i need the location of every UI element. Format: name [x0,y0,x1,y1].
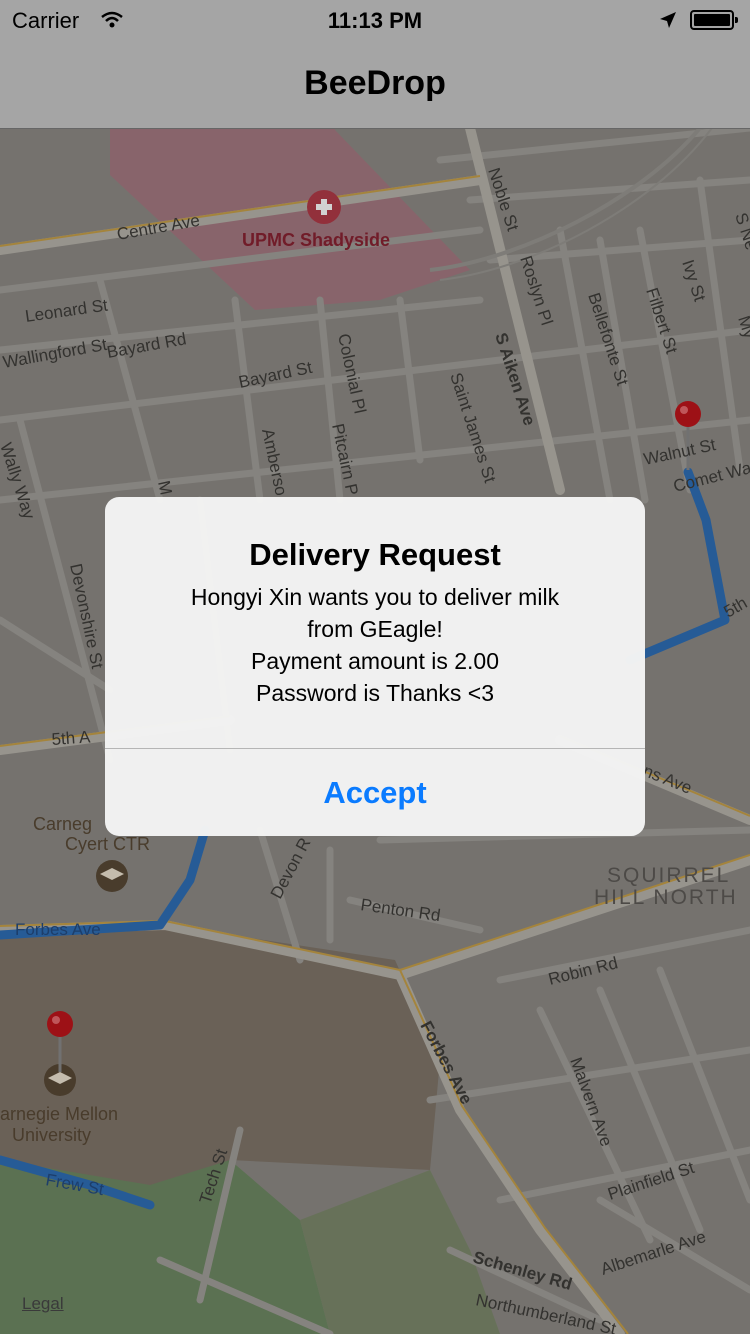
label-squirrel-hill-2: HILL NORTH [594,886,738,909]
delivery-request-alert: Delivery Request Hongyi Xin wants you to… [105,497,645,836]
navigation-bar: BeeDrop [0,40,750,129]
school-icon-cyert [96,860,128,892]
legal-link[interactable]: Legal [22,1294,64,1314]
alert-message: Hongyi Xin wants you to deliver milk fro… [135,581,615,709]
location-arrow-icon [660,12,676,28]
label-forbes-ave-west: Forbes Ave [15,920,101,939]
alert-title: Delivery Request [249,537,501,572]
alert-message-line: from GEagle! [307,616,443,642]
accept-button[interactable]: Accept [105,749,645,836]
alert-message-line: Password is Thanks <3 [256,680,494,706]
label-cmu-2: University [12,1125,91,1145]
alert-message-line: Hongyi Xin wants you to deliver milk [190,584,560,610]
label-carnegie-cyert-2: Cyert CTR [65,834,150,854]
label-squirrel-hill-1: SQUIRREL [607,864,730,887]
label-fifth-ave-left: 5th A [51,727,92,749]
hospital-icon [307,190,341,224]
page-title: BeeDrop [304,64,446,102]
label-carnegie-cyert-1: Carneg [33,814,92,834]
alert-message-line: Payment amount is 2.00 [250,648,500,674]
label-cmu-1: arnegie Mellon [0,1104,118,1124]
label-upmc: UPMC Shadyside [242,230,390,250]
battery-icon [690,10,738,30]
status-bar: Carrier 11:13 PM [0,0,750,40]
status-time: 11:13 PM [327,8,423,33]
